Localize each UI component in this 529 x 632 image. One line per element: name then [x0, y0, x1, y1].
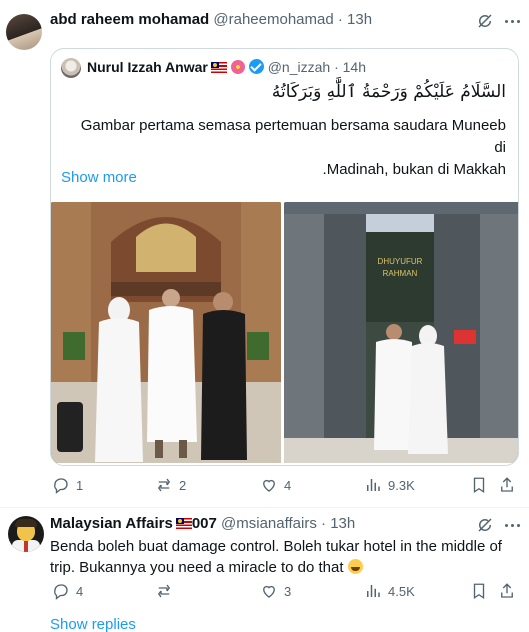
share-button[interactable] — [498, 582, 516, 600]
photo-icon — [51, 202, 281, 463]
heart-icon — [263, 585, 275, 598]
grok-icon[interactable] — [476, 12, 494, 30]
analytics-icon — [367, 479, 380, 491]
tweet-text: Benda boleh buat damage control. Boleh t… — [50, 536, 510, 578]
repost-button[interactable]: 2 — [155, 476, 186, 494]
rolling-laugh-emoji-icon — [347, 559, 363, 574]
tweet[interactable]: abd raheem mohamad @raheemohamad · 13h N… — [0, 0, 529, 508]
repost-button[interactable] — [155, 582, 179, 600]
author-handle[interactable]: @msianaffairs — [221, 515, 317, 532]
svg-text:RAHMAN: RAHMAN — [383, 269, 418, 278]
verified-badge-icon — [248, 59, 264, 74]
svg-text:DHUYUFUR: DHUYUFUR — [378, 257, 423, 266]
timestamp[interactable]: 13h — [330, 515, 355, 532]
hibiscus-icon — [230, 60, 245, 74]
view-count: 4.5K — [388, 583, 415, 599]
author-name[interactable]: Malaysian Affairs — [50, 515, 173, 532]
share-icon — [501, 477, 513, 492]
avatar-tie — [24, 541, 28, 552]
grok-icon[interactable] — [476, 516, 494, 534]
timestamp[interactable]: 13h — [347, 11, 372, 28]
avatar[interactable] — [8, 516, 44, 552]
analytics-icon — [367, 585, 380, 597]
more-options-icon[interactable] — [502, 12, 524, 30]
bookmark-button[interactable] — [470, 582, 488, 600]
reply-icon — [54, 478, 68, 494]
bookmark-icon — [473, 583, 485, 600]
dot-separator: · — [321, 515, 327, 532]
share-icon — [501, 583, 513, 598]
author-handle[interactable]: @raheemohamad — [213, 11, 333, 28]
tweet-text-content: Benda boleh buat damage control. Boleh t… — [50, 538, 502, 576]
show-more-link[interactable]: Show more — [61, 169, 137, 186]
malaysia-flag-icon — [210, 62, 227, 73]
repost-icon — [157, 478, 171, 492]
author-name[interactable]: abd raheem mohamad — [50, 11, 209, 28]
reply-count: 4 — [76, 583, 84, 599]
quoted-author-handle: @n_izzah — [267, 59, 331, 75]
like-count: 3 — [284, 583, 292, 599]
reply-button[interactable]: 4 — [52, 582, 83, 600]
share-button[interactable] — [498, 476, 516, 494]
heart-icon — [263, 479, 275, 492]
more-options-icon[interactable] — [502, 516, 524, 534]
like-button[interactable]: 3 — [260, 582, 291, 600]
quoted-author-name: Nurul Izzah Anwar — [87, 59, 208, 75]
dot-separator: · — [337, 11, 343, 28]
tweet-header: Malaysian Affairs 007 @msianaffairs · 13h — [50, 514, 355, 534]
quoted-header: Nurul Izzah Anwar @n_izzah · 14h — [87, 58, 366, 76]
photo[interactable]: DHUYUFUR RAHMAN — [284, 202, 518, 463]
quoted-tweet[interactable]: Nurul Izzah Anwar @n_izzah · 14h السَّلَ… — [50, 48, 519, 466]
bookmark-icon — [473, 477, 485, 494]
bookmark-button[interactable] — [470, 476, 488, 494]
show-replies-link[interactable]: Show replies — [50, 616, 136, 632]
reply-count: 1 — [76, 477, 84, 493]
avatar[interactable] — [6, 14, 42, 50]
reply-icon — [54, 584, 68, 600]
views-button[interactable]: 4.5K — [364, 582, 415, 600]
photo-icon: DHUYUFUR RAHMAN — [284, 202, 518, 463]
dot-separator: · — [334, 59, 339, 75]
quoted-body-line: Gambar pertama semasa pertemuan bersama … — [80, 117, 506, 156]
malaysia-flag-icon — [175, 518, 192, 529]
arabic-greeting: السَّلَامُ عَلَيْكُمْ وَرَحْمَةُ ٱللَّٰه… — [271, 82, 506, 102]
repost-count: 2 — [179, 477, 187, 493]
views-button[interactable]: 9.3K — [364, 476, 415, 494]
avatar-hair — [15, 519, 37, 527]
author-name-suffix[interactable]: 007 — [192, 515, 217, 532]
like-count: 4 — [284, 477, 292, 493]
repost-icon — [157, 584, 171, 598]
like-button[interactable]: 4 — [260, 476, 291, 494]
reply-button[interactable]: 1 — [52, 476, 83, 494]
photo[interactable] — [51, 202, 281, 463]
view-count: 9.3K — [388, 477, 415, 493]
avatar[interactable] — [61, 58, 81, 78]
tweet-header: abd raheem mohamad @raheemohamad · 13h — [50, 10, 372, 30]
quoted-timestamp: 14h — [342, 59, 366, 75]
